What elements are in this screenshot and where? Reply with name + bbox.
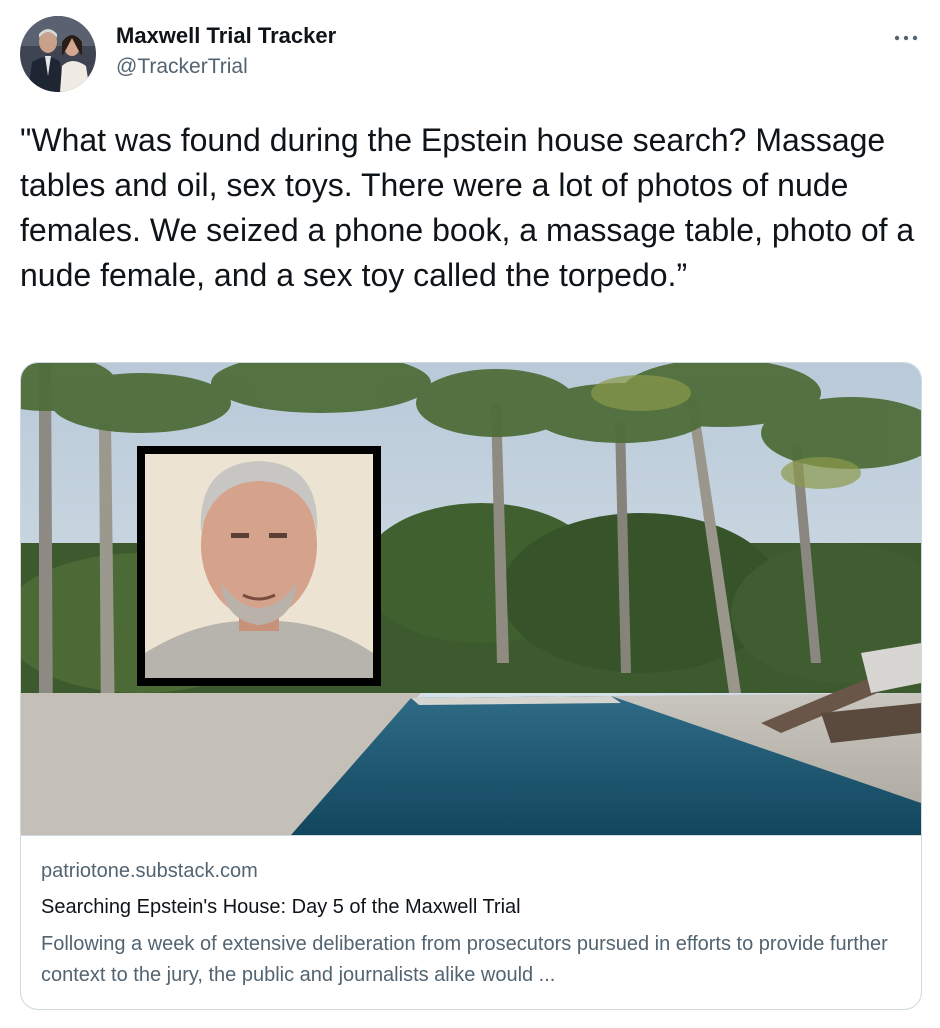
profile-photo-icon xyxy=(20,16,96,92)
card-domain: patriotone.substack.com xyxy=(41,860,258,882)
tweet-text: "What was found during the Epstein house… xyxy=(20,122,924,293)
more-options-button[interactable] xyxy=(888,24,924,52)
author-display-name[interactable]: Maxwell Trial Tracker xyxy=(116,23,336,49)
tweet: Maxwell Trial Tracker @TrackerTrial "Wha… xyxy=(0,0,940,1028)
article-thumbnail-icon xyxy=(21,363,921,835)
author-handle[interactable]: @TrackerTrial xyxy=(116,55,248,79)
ellipsis-icon xyxy=(894,35,918,41)
card-description: Following a week of extensive deliberati… xyxy=(41,933,888,986)
card-title: Searching Epstein's House: Day 5 of the … xyxy=(41,896,521,918)
link-card[interactable]: patriotone.substack.com Searching Epstei… xyxy=(20,362,922,1010)
card-image[interactable] xyxy=(21,363,921,836)
author-avatar[interactable] xyxy=(20,16,96,92)
